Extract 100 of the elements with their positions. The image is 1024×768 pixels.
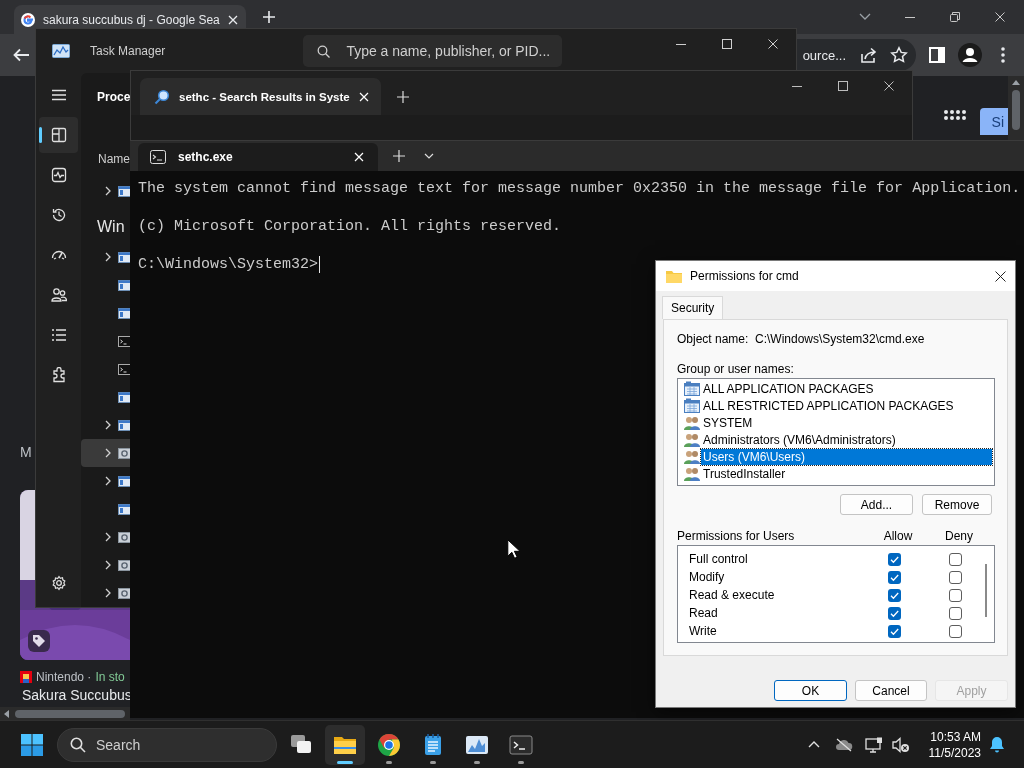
close-icon[interactable]	[884, 81, 894, 91]
horizontal-scrollbar[interactable]	[0, 707, 130, 720]
scrollbar-thumb[interactable]	[985, 564, 987, 617]
vertical-scrollbar[interactable]	[1008, 76, 1024, 140]
terminal-tab[interactable]: sethc.exe	[138, 143, 378, 171]
result-snippet: M	[20, 444, 32, 460]
explorer-tab[interactable]: sethc - Search Results in Syste	[140, 78, 381, 115]
running-indicator	[430, 760, 436, 764]
package-icon	[684, 380, 700, 397]
maximize-icon[interactable]	[722, 39, 732, 49]
profile-icon[interactable]	[958, 43, 982, 67]
console-icon	[150, 150, 166, 164]
window-icon	[118, 418, 131, 432]
package-icon	[684, 397, 700, 414]
chevron-right-icon[interactable]	[104, 532, 111, 542]
bell-icon[interactable]	[989, 736, 1005, 753]
dialog-button[interactable]: Cancel	[855, 680, 927, 701]
up-arrow-icon[interactable]	[1012, 80, 1020, 85]
group-item[interactable]: ALL RESTRICTED APPLICATION PACKAGES	[680, 397, 992, 414]
seller-name: Nintendo ·	[36, 670, 92, 684]
left-arrow-icon[interactable]	[4, 709, 9, 718]
checkbox[interactable]	[948, 570, 962, 584]
side-panel-icon[interactable]	[928, 46, 946, 64]
sign-in-button[interactable]: Si	[979, 108, 1008, 135]
checkbox[interactable]	[887, 606, 901, 620]
browser-icon	[377, 732, 401, 757]
window-icon	[118, 184, 131, 198]
chevron-right-icon[interactable]	[104, 588, 111, 598]
process-row[interactable]	[81, 439, 131, 467]
start-icon[interactable]	[21, 733, 43, 756]
gear-icon	[118, 446, 131, 460]
dialog-tab[interactable]: Security	[662, 296, 724, 319]
settings-icon	[50, 575, 67, 591]
chevron-right-icon[interactable]	[104, 448, 111, 458]
maximize-icon[interactable]	[838, 81, 848, 91]
permission-name: Read & execute	[688, 588, 776, 602]
add-button[interactable]: Add...	[840, 494, 913, 515]
restore-icon[interactable]	[949, 12, 960, 22]
close-icon[interactable]	[994, 270, 1006, 282]
checkbox[interactable]	[887, 588, 901, 602]
search-field[interactable]: Search	[57, 727, 277, 762]
checkbox[interactable]	[948, 624, 962, 638]
gear-icon	[118, 558, 131, 572]
result-title[interactable]: Sakura Succubus	[22, 686, 132, 704]
group-item[interactable]: ALL APPLICATION PACKAGES	[680, 380, 992, 397]
plus-icon[interactable]	[396, 90, 409, 103]
group-item[interactable]: Administrators (VM6\Administrators)	[680, 431, 992, 448]
users-icon	[50, 287, 67, 303]
window-icon	[118, 250, 131, 264]
mouse-pointer-icon	[507, 539, 520, 559]
users-icon	[684, 431, 700, 448]
group-item[interactable]: TrustedInstaller	[680, 465, 992, 482]
running-indicator	[386, 760, 392, 764]
star-icon[interactable]	[890, 46, 908, 64]
field-label: Object name:	[677, 332, 750, 346]
permission-name: Full control	[688, 552, 749, 566]
group-list[interactable]: ALL APPLICATION PACKAGES ALL RESTRICTED APPLICATION PACKAGES SYSTEM Administrators (VM6\Administrators) Users (VM6\Users) TrustedInstaller	[677, 378, 995, 486]
remove-button[interactable]: Remove	[922, 494, 992, 515]
list-label: Group or user names:	[677, 362, 794, 376]
address-bar[interactable]: ource...	[797, 39, 916, 71]
chevron-right-icon[interactable]	[104, 186, 111, 196]
running-indicator	[474, 760, 480, 764]
search-field[interactable]: Type a name, publisher, or PID...	[303, 35, 563, 67]
chevron-right-icon[interactable]	[104, 252, 111, 262]
share-icon[interactable]	[859, 46, 877, 64]
volume-muted-icon[interactable]	[892, 736, 910, 753]
dialog-button[interactable]: OK	[774, 680, 847, 701]
terminal-icon	[509, 732, 533, 757]
window-title: Task Manager	[90, 44, 166, 58]
checkbox[interactable]	[948, 588, 962, 602]
checkbox[interactable]	[887, 552, 901, 566]
list-icon	[50, 327, 67, 343]
nav-item[interactable]	[39, 117, 78, 153]
plus-icon[interactable]	[393, 150, 405, 162]
checkbox[interactable]	[948, 552, 962, 566]
monitor-icon[interactable]	[865, 736, 883, 753]
chevron-right-icon[interactable]	[104, 476, 111, 486]
running-indicator	[518, 760, 524, 764]
chevron-up-icon[interactable]	[808, 741, 820, 748]
chevron-down-icon[interactable]	[858, 13, 871, 21]
users-icon	[684, 448, 700, 465]
chevron-right-icon[interactable]	[104, 420, 111, 430]
clock[interactable]: 10:53 AM 11/5/2023	[913, 728, 985, 761]
cloud-off-icon[interactable]	[835, 737, 853, 752]
chevron-right-icon[interactable]	[104, 560, 111, 570]
more-icon[interactable]	[1001, 47, 1005, 63]
gear-icon	[118, 586, 131, 600]
checkbox[interactable]	[887, 570, 901, 584]
checkbox[interactable]	[887, 624, 901, 638]
back-arrow-icon[interactable]	[12, 47, 30, 63]
column-header[interactable]: Name	[98, 152, 130, 166]
console-output: (c) Microsoft Corporation. All rights reserved.	[138, 217, 562, 236]
checkbox[interactable]	[948, 606, 962, 620]
search-icon	[154, 88, 170, 105]
taskbar-app[interactable]	[325, 724, 365, 765]
puzzle-icon	[50, 367, 67, 383]
group-item[interactable]: SYSTEM	[680, 414, 992, 431]
plus-icon[interactable]	[262, 10, 276, 24]
grid-icon	[50, 127, 67, 143]
permission-name: Read	[688, 606, 719, 620]
